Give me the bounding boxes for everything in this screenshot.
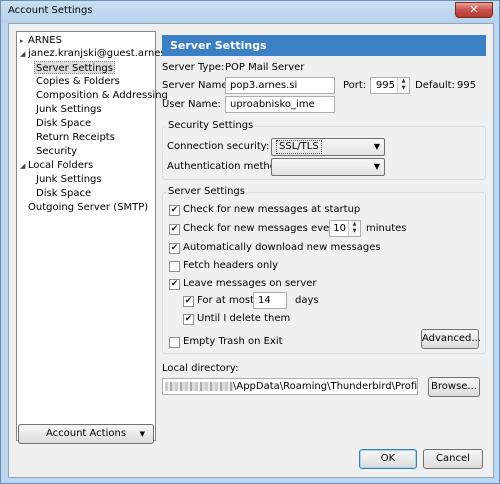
advanced-button[interactable]: Advanced... — [421, 329, 481, 349]
tree-item-local-disk-space[interactable]: Disk Space — [36, 187, 91, 200]
connection-security-value: SSL/TLS — [276, 140, 322, 154]
tree-item-return-receipts[interactable]: Return Receipts — [36, 131, 115, 144]
tree-item-label: Junk Settings — [36, 174, 102, 185]
empty-trash-label[interactable]: Empty Trash on Exit — [183, 335, 283, 349]
page-title: Server Settings — [162, 35, 486, 56]
spin-up-icon[interactable]: ▲ — [353, 221, 357, 227]
port-value: 995 — [375, 80, 395, 91]
connection-security-label: Connection security: — [167, 141, 270, 152]
check-every-label[interactable]: Check for new messages every — [183, 222, 339, 236]
default-port-value: 995 — [457, 80, 477, 91]
local-directory-path: \AppData\Roaming\Thunderbird\Profiles — [233, 381, 418, 392]
redacted-path-segment — [165, 381, 233, 391]
tree-item-label: Disk Space — [36, 118, 92, 129]
title-bar: Account Settings ✕ — [1, 1, 499, 23]
cancel-button[interactable]: Cancel — [423, 449, 483, 469]
check-interval-field[interactable]: 10 ▲ ▼ — [329, 220, 361, 237]
spin-arrows-icon[interactable]: ▲ ▼ — [348, 221, 360, 236]
tree-item-label: Copies & Folders — [36, 76, 120, 87]
user-name-field[interactable]: uproabnisko_ime — [225, 96, 335, 113]
connection-security-select[interactable]: SSL/TLS ▼ — [271, 138, 385, 156]
dropdown-arrow-icon: ▼ — [373, 142, 380, 151]
browse-button[interactable]: Browse... — [428, 377, 480, 397]
days-label: days — [295, 295, 319, 306]
fetch-headers-label[interactable]: Fetch headers only — [183, 259, 278, 273]
spin-arrows-icon[interactable]: ▲ ▼ — [397, 78, 409, 93]
server-settings-title: Server Settings — [166, 186, 247, 198]
port-field[interactable]: 995 ▲ ▼ — [370, 77, 410, 94]
check-interval-value: 10 — [333, 223, 346, 234]
until-delete-checkbox[interactable]: ✔ — [183, 314, 194, 325]
server-type-value: POP Mail Server — [225, 62, 305, 73]
tree-item-copies-folders[interactable]: Copies & Folders — [36, 75, 120, 88]
local-directory-field[interactable]: \AppData\Roaming\Thunderbird\Profiles — [162, 378, 418, 395]
dropdown-arrow-icon: ▼ — [139, 430, 145, 438]
tree-item-label: Junk Settings — [36, 104, 102, 115]
tree-item-local-folders[interactable]: ◢ Local Folders — [20, 159, 93, 172]
tree-item-arnes[interactable]: ▸ ARNES — [20, 34, 62, 47]
spin-up-icon[interactable]: ▲ — [402, 78, 406, 84]
tree-item-local-junk-settings[interactable]: Junk Settings — [36, 173, 102, 186]
tree-item-label: Disk Space — [36, 188, 92, 199]
days-field[interactable]: 14 — [253, 292, 287, 309]
dropdown-arrow-icon: ▼ — [373, 162, 380, 171]
expanded-arrow-icon[interactable]: ◢ — [20, 160, 28, 173]
spin-down-icon[interactable]: ▼ — [402, 85, 406, 91]
tree-item-outgoing-server[interactable]: Outgoing Server (SMTP) — [28, 201, 148, 214]
tree-item-label: Return Receipts — [36, 132, 115, 143]
tree-item-label: janez.kranjski@guest.arnes.si — [28, 48, 177, 59]
auth-method-select[interactable]: ▼ — [271, 158, 385, 176]
tree-item-label: Local Folders — [28, 160, 94, 171]
check-startup-checkbox[interactable]: ✔ — [169, 205, 180, 216]
tree-item-security[interactable]: Security — [36, 145, 77, 158]
tree-item-account[interactable]: ◢ janez.kranjski@guest.arnes.si — [20, 47, 177, 60]
ok-button[interactable]: OK — [359, 449, 417, 469]
tree-item-label: Security — [36, 146, 78, 157]
close-button[interactable]: ✕ — [455, 2, 493, 18]
tree-item-label: Server Settings — [36, 63, 113, 74]
local-directory-label: Local directory: — [162, 363, 239, 374]
check-startup-label[interactable]: Check for new messages at startup — [183, 203, 360, 217]
tree-item-label: Composition & Addressing — [36, 90, 168, 101]
account-actions-label: Account Actions — [45, 428, 127, 439]
window-title: Account Settings — [8, 5, 93, 16]
account-settings-window: Account Settings ✕ ▸ ARNES ◢ janez.kranjsk… — [0, 0, 500, 484]
server-name-label: Server Name: — [162, 80, 231, 91]
user-name-label: User Name: — [162, 99, 221, 110]
expanded-arrow-icon[interactable]: ◢ — [20, 48, 28, 61]
account-actions-button[interactable]: Account Actions ▼ — [18, 424, 154, 444]
auth-method-label: Authentication method: — [167, 161, 286, 172]
tree-item-label: ARNES — [28, 35, 62, 46]
account-tree[interactable]: ▸ ARNES ◢ janez.kranjski@guest.arnes.si Se… — [16, 31, 177, 441]
until-delete-label[interactable]: Until I delete them — [197, 312, 290, 326]
empty-trash-checkbox[interactable] — [169, 337, 180, 348]
tree-item-junk-settings[interactable]: Junk Settings — [36, 103, 102, 116]
tree-item-composition-addressing[interactable]: Composition & Addressing — [36, 89, 168, 102]
leave-messages-label[interactable]: Leave messages on server — [183, 277, 317, 291]
leave-messages-checkbox[interactable]: ✔ — [169, 279, 180, 290]
security-settings-title: Security Settings — [166, 120, 256, 132]
server-name-field[interactable]: pop3.arnes.si — [225, 77, 335, 94]
auto-download-checkbox[interactable]: ✔ — [169, 243, 180, 254]
default-port-label: Default: — [415, 80, 455, 91]
for-at-most-checkbox[interactable]: ✔ — [183, 296, 194, 307]
port-label: Port: — [343, 80, 367, 91]
tree-item-server-settings[interactable]: Server Settings — [34, 61, 115, 74]
minutes-label: minutes — [366, 223, 407, 234]
for-at-most-label[interactable]: For at most — [197, 294, 254, 308]
dialog-body: ▸ ARNES ◢ janez.kranjski@guest.arnes.si Se… — [8, 23, 494, 478]
tree-item-label: Outgoing Server (SMTP) — [28, 202, 149, 213]
spin-down-icon[interactable]: ▼ — [353, 228, 357, 234]
fetch-headers-checkbox[interactable] — [169, 261, 180, 272]
check-every-checkbox[interactable]: ✔ — [169, 224, 180, 235]
auto-download-label[interactable]: Automatically download new messages — [183, 241, 381, 255]
tree-item-disk-space[interactable]: Disk Space — [36, 117, 91, 130]
server-type-label: Server Type: — [162, 62, 225, 73]
